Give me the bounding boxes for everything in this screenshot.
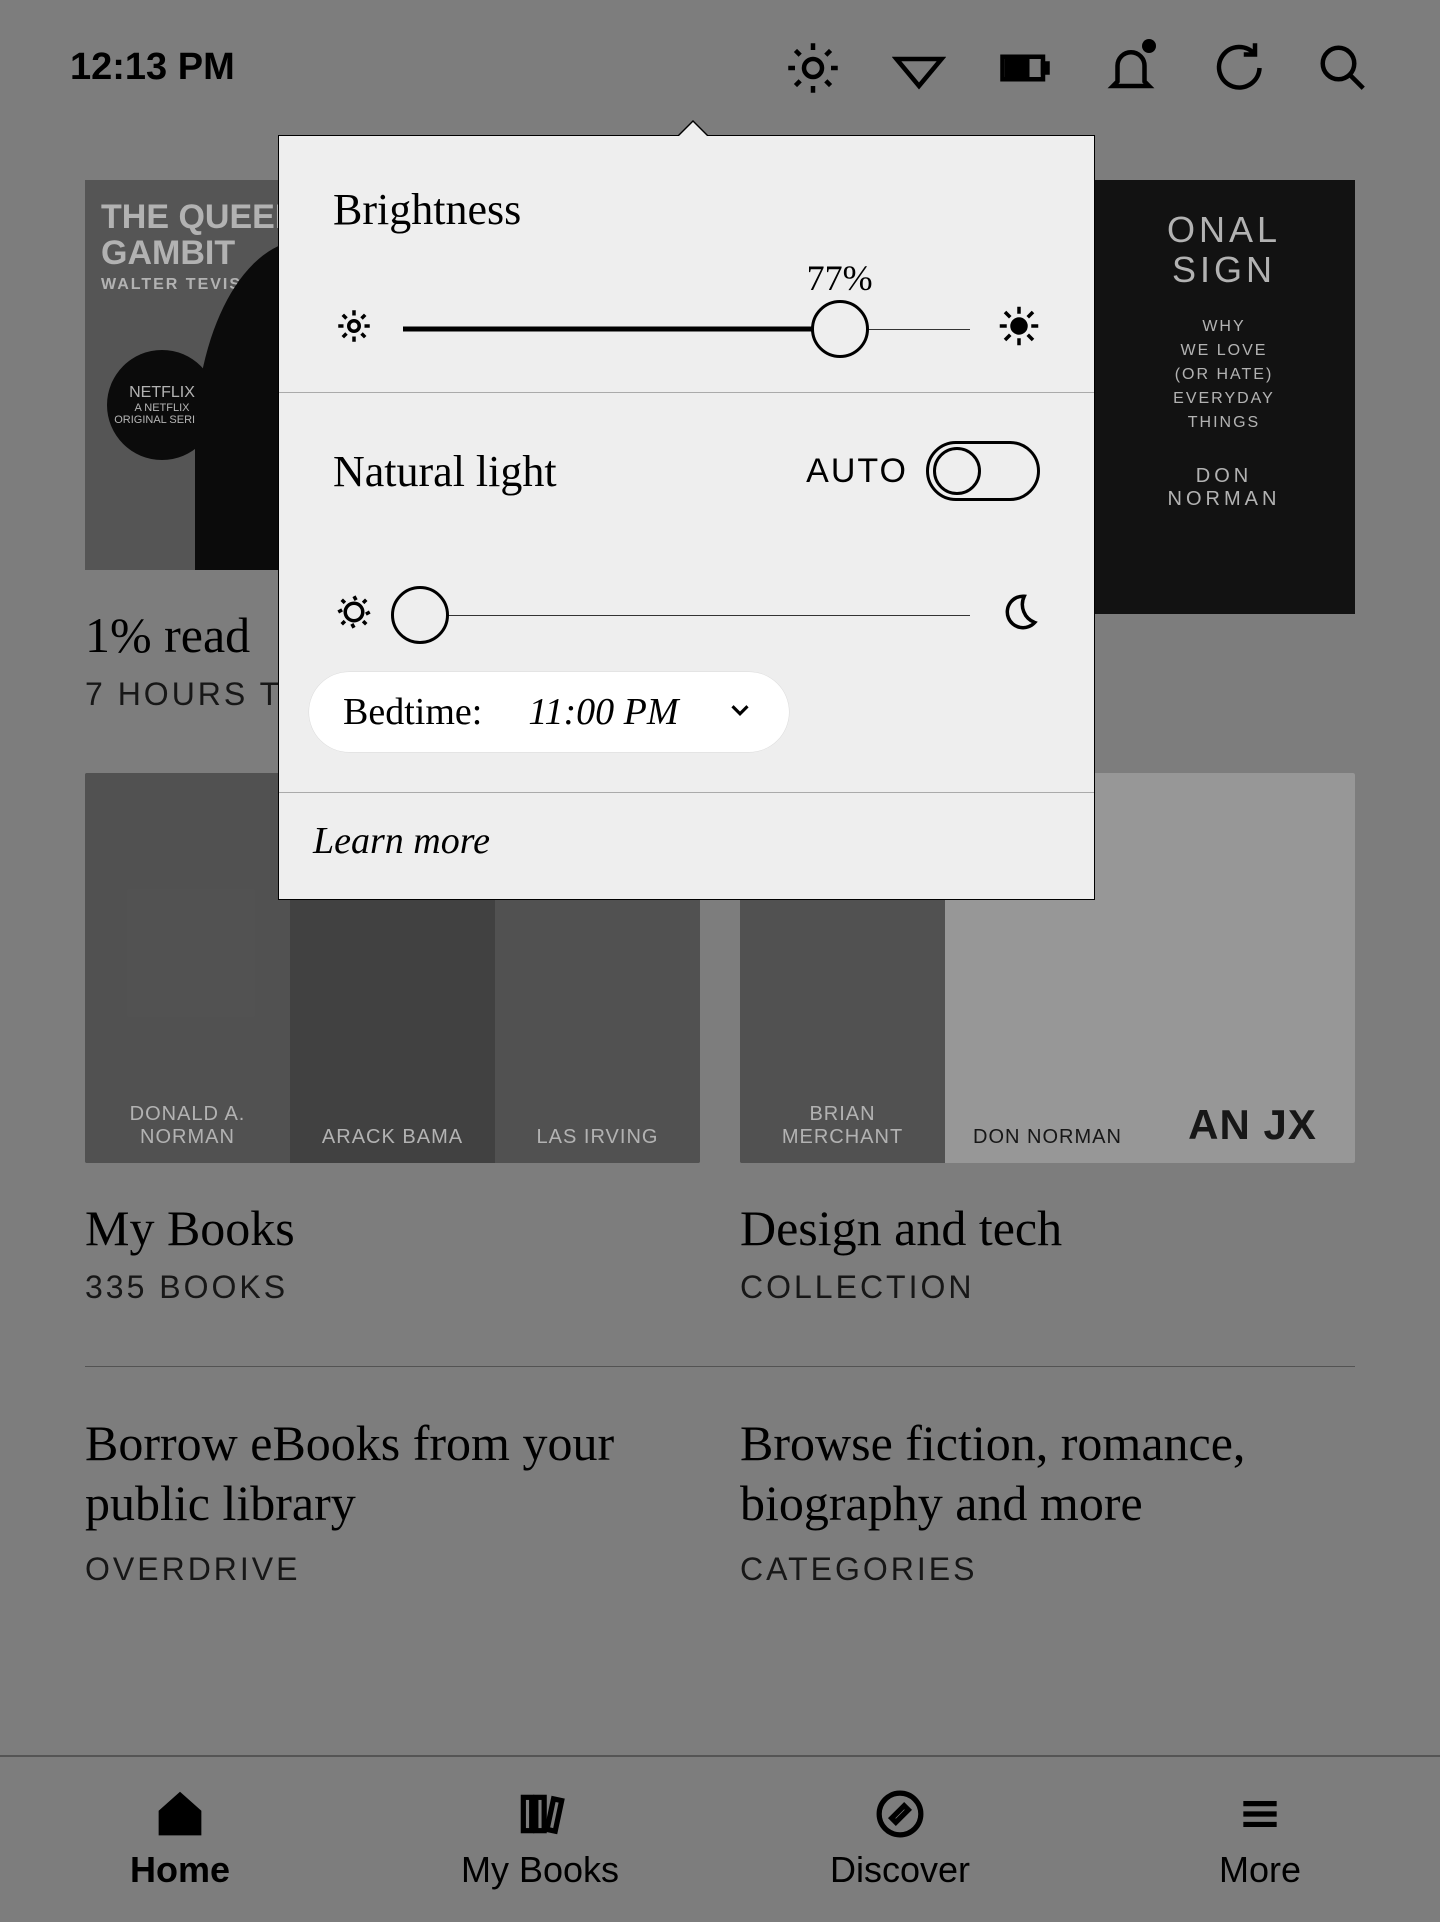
sync-icon[interactable] [1210,41,1264,95]
brightness-title: Brightness [333,184,1040,235]
battery-icon[interactable] [998,41,1052,95]
chevron-down-icon [725,695,755,730]
nav-home[interactable]: Home [0,1757,360,1922]
bedtime-selector[interactable]: Bedtime: 11:00 PM [309,672,789,752]
auto-label: AUTO [806,452,908,491]
brightness-thumb[interactable] [811,300,869,358]
status-time: 12:13 PM [70,46,235,89]
shelf-subtitle: 335 BOOKS [85,1269,700,1306]
nav-discover[interactable]: Discover [720,1757,1080,1922]
notification-icon[interactable] [1104,41,1158,95]
natural-light-slider[interactable] [333,591,1040,638]
natural-light-thumb[interactable] [391,586,449,644]
nav-my-books[interactable]: My Books [360,1757,720,1922]
brightness-low-icon [333,305,375,352]
link-categories[interactable]: Browse fiction, romance, biography and m… [740,1413,1355,1588]
nav-more[interactable]: More [1080,1757,1440,1922]
shelf-subtitle: COLLECTION [740,1269,1355,1306]
bedtime-label: Bedtime: [343,690,482,734]
bedtime-value: 11:00 PM [528,690,678,734]
sun-icon [333,591,375,638]
natural-light-title: Natural light [333,446,557,497]
auto-toggle[interactable] [926,441,1040,501]
search-icon[interactable] [1316,41,1370,95]
brightness-popover: Brightness 77% Natural light [278,135,1095,900]
bottom-nav: Home My Books Discover More [0,1755,1440,1922]
recent-book-cover[interactable]: ONAL SIGN WHY WE LOVE (OR HATE) EVERYDAY… [1093,180,1355,614]
brightness-high-icon [998,305,1040,352]
shelf-title: Design and tech [740,1199,1355,1257]
brightness-slider[interactable]: 77% [333,305,1040,352]
shelf-title: My Books [85,1199,700,1257]
link-overdrive[interactable]: Borrow eBooks from your public library O… [85,1413,700,1588]
status-bar: 12:13 PM [0,0,1440,135]
brightness-icon[interactable] [786,41,840,95]
brightness-value-label: 77% [807,257,873,299]
learn-more-link[interactable]: Learn more [279,793,1094,899]
current-book-title-2: GAMBIT [101,234,235,272]
moon-icon [998,591,1040,638]
wifi-icon[interactable] [892,41,946,95]
